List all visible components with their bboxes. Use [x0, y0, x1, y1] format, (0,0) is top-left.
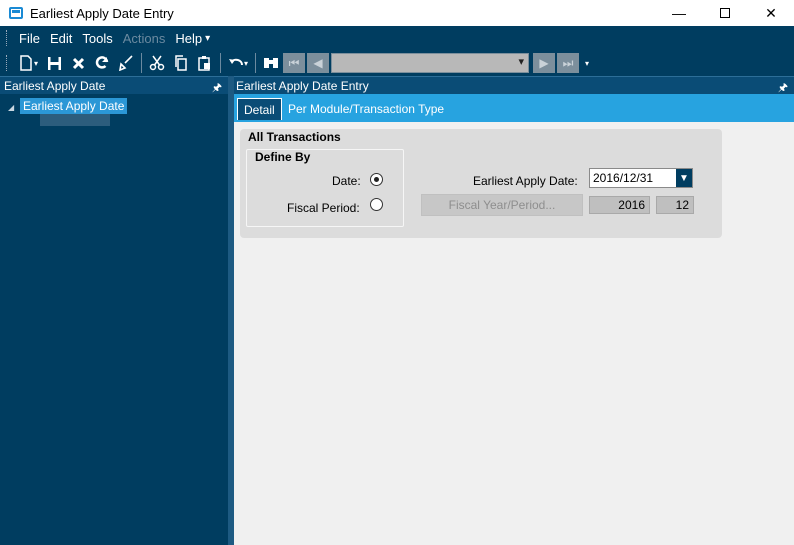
define-by-title: Define By: [255, 150, 311, 164]
tab-per-module-transaction-type[interactable]: Per Module/Transaction Type: [282, 98, 450, 120]
all-transactions-title: All Transactions: [248, 130, 341, 144]
new-dropdown-icon[interactable]: ▾: [34, 59, 42, 68]
window-title: Earliest Apply Date Entry: [30, 5, 174, 21]
first-record-button[interactable]: ⏮: [283, 53, 305, 73]
app-icon: [9, 7, 23, 19]
delete-button[interactable]: [66, 52, 90, 74]
fiscal-period-radio-label: Fiscal Period:: [287, 201, 360, 215]
toolbar-overflow-icon[interactable]: ▾: [585, 59, 593, 68]
delete-icon: [72, 57, 84, 69]
toolbar-separator: [141, 53, 142, 73]
previous-record-button[interactable]: ◀: [307, 53, 329, 73]
save-icon: [47, 56, 61, 70]
right-panel-header: Earliest Apply Date Entry 🖈: [234, 76, 794, 94]
copy-icon: [175, 55, 187, 71]
menu-bar: File Edit Tools Actions Help ▾: [0, 26, 794, 50]
last-record-button[interactable]: ⏭: [557, 53, 579, 73]
earliest-apply-date-value: 2016/12/31: [593, 171, 654, 185]
undo-icon: [229, 58, 243, 66]
last-record-icon: ⏭: [562, 55, 574, 70]
menu-help[interactable]: Help: [170, 31, 207, 46]
clear-icon: [119, 55, 133, 71]
menu-tools[interactable]: Tools: [77, 31, 117, 46]
paste-button[interactable]: [193, 52, 217, 74]
paste-icon: [198, 56, 210, 71]
menu-file[interactable]: File: [14, 31, 45, 46]
tab-detail[interactable]: Detail: [237, 98, 282, 120]
close-button[interactable]: ✕: [748, 0, 794, 26]
next-record-button[interactable]: ▶: [533, 53, 555, 73]
record-selector[interactable]: [331, 53, 529, 73]
toolbar-separator: [220, 53, 221, 73]
menu-grip: [6, 30, 8, 46]
find-icon: [264, 58, 278, 68]
left-panel-header: Earliest Apply Date 🖈: [0, 76, 228, 94]
toolbar: ▾ ▾ ⏮ ◀ ▶ ⏭ ▾: [0, 50, 794, 76]
minimize-button[interactable]: —: [656, 0, 702, 26]
earliest-apply-date-field[interactable]: 2016/12/31 ▼: [589, 168, 693, 188]
toolbar-separator: [255, 53, 256, 73]
menu-edit[interactable]: Edit: [45, 31, 77, 46]
right-panel-title: Earliest Apply Date Entry: [236, 79, 369, 93]
clear-button[interactable]: [114, 52, 138, 74]
fiscal-period-field: 12: [656, 196, 694, 214]
menu-actions: Actions: [122, 30, 166, 46]
fiscal-year-period-button: Fiscal Year/Period...: [421, 194, 583, 216]
menu-overflow-icon[interactable]: ▾: [205, 33, 210, 44]
left-panel-title: Earliest Apply Date: [4, 79, 106, 93]
tree-child-node[interactable]: [40, 114, 110, 126]
cut-button[interactable]: [145, 52, 169, 74]
maximize-icon: [720, 8, 730, 18]
date-radio[interactable]: [370, 173, 383, 186]
copy-button[interactable]: [169, 52, 193, 74]
next-record-icon: ▶: [539, 56, 549, 70]
navigation-tree: ◢ Earliest Apply Date: [0, 94, 228, 545]
tab-strip: Detail Per Module/Transaction Type: [234, 94, 794, 122]
new-icon: [20, 55, 32, 71]
tree-node-earliest-apply-date[interactable]: Earliest Apply Date: [20, 98, 128, 114]
earliest-apply-date-label: Earliest Apply Date:: [473, 174, 578, 188]
date-radio-label: Date:: [332, 174, 361, 188]
save-button[interactable]: [42, 52, 66, 74]
toolbar-grip: [6, 55, 8, 71]
refresh-button[interactable]: [90, 52, 114, 74]
refresh-icon: [95, 56, 109, 69]
cut-icon: [149, 55, 165, 71]
maximize-button[interactable]: [702, 0, 748, 26]
fiscal-year-field: 2016: [589, 196, 650, 214]
fiscal-period-radio[interactable]: [370, 198, 383, 211]
first-record-icon: ⏮: [288, 55, 300, 70]
undo-dropdown-icon[interactable]: ▾: [244, 59, 252, 68]
find-button[interactable]: [259, 52, 283, 74]
chevron-down-icon[interactable]: ▼: [676, 169, 692, 187]
previous-record-icon: ◀: [313, 56, 323, 70]
tree-expand-icon[interactable]: ◢: [8, 103, 14, 112]
